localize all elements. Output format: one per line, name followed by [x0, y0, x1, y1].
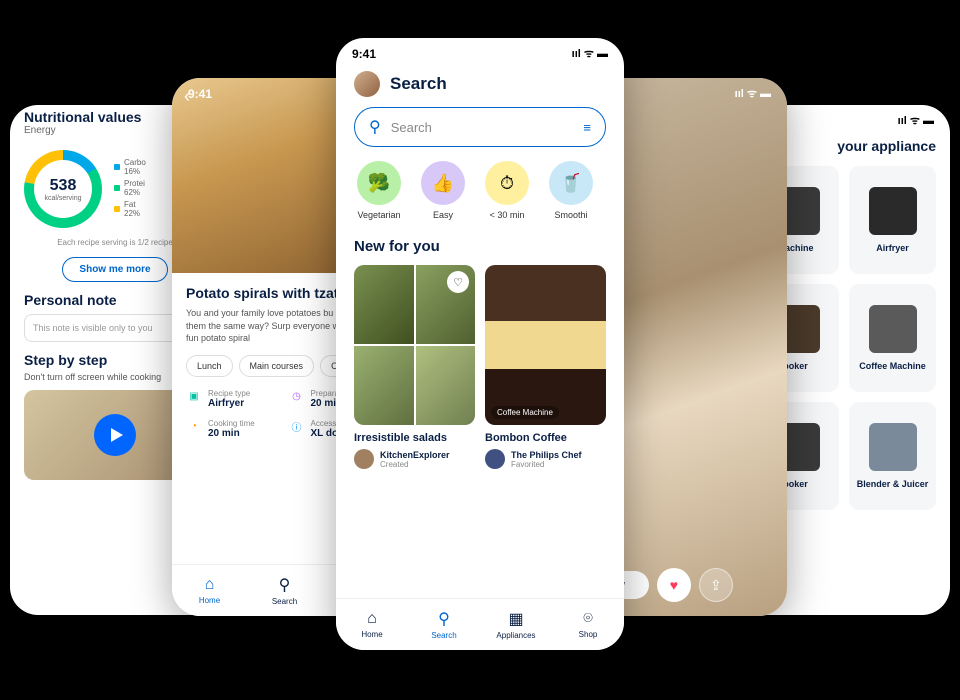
search-screen: 9:41 ııl ᯤ ▬ Search ⚲ Search ≡ 🥦Vegetari…	[336, 38, 624, 650]
tab-bar: ⌂Home ⚲Search ▦Appliances ⌾Shop	[336, 598, 624, 650]
appliance-tag: Coffee Machine	[491, 406, 559, 419]
tab-appliances[interactable]: ▦Appliances	[480, 599, 552, 650]
favorite-icon[interactable]: ♡	[447, 271, 469, 293]
author-avatar	[485, 449, 505, 469]
appliance-card[interactable]: Airfryer	[849, 166, 936, 274]
energy-donut-chart: 538 kcal/serving	[24, 150, 102, 228]
energy-value: 538	[50, 177, 77, 195]
status-time: 9:41	[352, 47, 376, 61]
new-for-you-heading: New for you	[336, 236, 624, 265]
appliance-card[interactable]: Coffee Machine	[849, 284, 936, 392]
home-icon: ⌂	[205, 576, 215, 594]
category-smoothie[interactable]: 🥤Smoothi	[546, 161, 596, 220]
user-avatar[interactable]	[354, 71, 380, 97]
back-icon[interactable]: ‹	[184, 86, 190, 107]
search-input[interactable]: ⚲ Search ≡	[354, 107, 606, 147]
show-more-button[interactable]: Show me more	[62, 257, 167, 282]
grid-icon: ▦	[508, 609, 523, 629]
appliance-card[interactable]: Blender & Juicer	[849, 402, 936, 510]
tag-chip[interactable]: Main courses	[239, 355, 315, 377]
tab-home[interactable]: ⌂Home	[172, 565, 247, 616]
meta-recipe-type: ▣Recipe typeAirfryer	[186, 389, 281, 409]
tab-home[interactable]: ⌂Home	[336, 599, 408, 650]
category-row[interactable]: 🥦Vegetarian 👍Easy ⏱< 30 min 🥤Smoothi	[336, 161, 624, 236]
search-placeholder: Search	[391, 120, 574, 135]
meta-cook-time: ◔Cooking time20 min	[186, 419, 281, 439]
tab-search[interactable]: ⚲Search	[408, 599, 480, 650]
nutrition-legend: Carbo16% Protei62% Fat22%	[114, 158, 146, 221]
status-indicators: ııl ᯤ ▬	[735, 86, 771, 101]
favorite-button[interactable]: ♥	[657, 568, 691, 602]
search-icon: ⚲	[369, 117, 381, 137]
filter-icon[interactable]: ≡	[583, 120, 591, 135]
share-button[interactable]: ⇪	[699, 568, 733, 602]
home-icon: ⌂	[367, 610, 377, 628]
tag-chip[interactable]: Lunch	[186, 355, 233, 377]
category-30min[interactable]: ⏱< 30 min	[482, 161, 532, 220]
recipe-card-salads[interactable]: ♡ Irresistible salads KitchenExplorerCre…	[354, 265, 475, 469]
search-icon: ⚲	[438, 609, 450, 629]
page-title: Search	[390, 74, 447, 94]
author-avatar	[354, 449, 374, 469]
category-easy[interactable]: 👍Easy	[418, 161, 468, 220]
play-icon[interactable]	[94, 414, 136, 456]
recipe-card-coffee[interactable]: Coffee Machine Bombon Coffee The Philips…	[485, 265, 606, 469]
category-vegetarian[interactable]: 🥦Vegetarian	[354, 161, 404, 220]
tab-shop[interactable]: ⌾Shop	[552, 599, 624, 650]
status-indicators: ııl ᯤ ▬	[572, 46, 608, 61]
card-title: Irresistible salads	[354, 432, 475, 444]
shop-icon: ⌾	[583, 610, 593, 628]
card-title: Bombon Coffee	[485, 432, 606, 444]
energy-unit: kcal/serving	[45, 195, 82, 202]
search-icon: ⚲	[279, 575, 291, 595]
status-indicators: ııl ᯤ ▬	[898, 113, 934, 128]
tab-search[interactable]: ⚲Search	[247, 565, 322, 616]
